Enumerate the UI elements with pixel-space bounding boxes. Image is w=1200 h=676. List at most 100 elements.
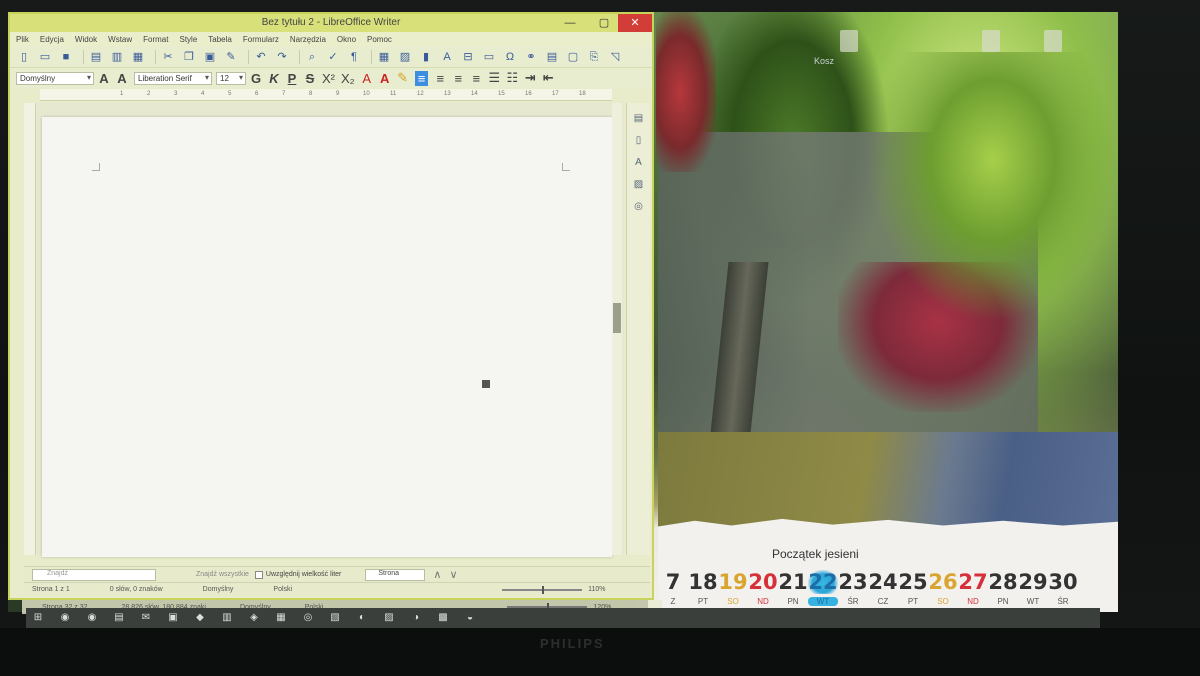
- zoom-level[interactable]: 110%: [588, 586, 605, 593]
- taskbar-app-icon[interactable]: ✉: [140, 612, 152, 624]
- menu-item[interactable]: Tabela: [208, 35, 232, 44]
- numbered-list-icon[interactable]: ☷: [506, 70, 518, 86]
- print-icon[interactable]: ▥: [109, 49, 125, 65]
- print-preview-icon[interactable]: ▦: [130, 49, 146, 65]
- align-left-icon[interactable]: ≡: [414, 70, 429, 86]
- italic-button[interactable]: K: [268, 71, 280, 86]
- special-character-icon[interactable]: Ω: [502, 49, 518, 65]
- taskbar-app-icon[interactable]: ◎: [302, 612, 314, 624]
- desktop-file-icon[interactable]: [982, 30, 1000, 52]
- taskbar-app-icon[interactable]: ◐: [356, 612, 368, 624]
- redo-icon[interactable]: ↷: [274, 49, 290, 65]
- font-size-select[interactable]: 12: [216, 71, 246, 85]
- taskbar-app-icon[interactable]: ▩: [437, 612, 449, 624]
- title-bar[interactable]: Bez tytułu 2 - LibreOffice Writer — ▢ ✕: [10, 14, 652, 32]
- taskbar-app-icon[interactable]: ▤: [113, 612, 125, 624]
- comment-icon[interactable]: ▢: [565, 49, 581, 65]
- paste-icon[interactable]: ▣: [202, 49, 218, 65]
- spellcheck-icon[interactable]: ✓: [325, 49, 341, 65]
- undo-icon[interactable]: ↶: [253, 49, 269, 65]
- page-count[interactable]: Strona 1 z 1: [32, 586, 70, 593]
- menu-item[interactable]: Style: [179, 35, 197, 44]
- justify-icon[interactable]: ≡: [470, 71, 482, 86]
- vertical-scrollbar[interactable]: [612, 103, 622, 555]
- vertical-ruler[interactable]: [24, 103, 36, 555]
- document-page[interactable]: [42, 117, 612, 557]
- menu-item[interactable]: Wstaw: [108, 35, 132, 44]
- font-name-select[interactable]: Liberation Serif: [134, 71, 212, 85]
- decrease-indent-icon[interactable]: ⇤: [542, 70, 554, 86]
- language[interactable]: Polski: [273, 586, 292, 593]
- find-next-icon[interactable]: ∨: [449, 568, 457, 581]
- taskbar-app-icon[interactable]: ◒: [464, 612, 476, 624]
- taskbar-app-icon[interactable]: ◑: [410, 612, 422, 624]
- font-color-icon[interactable]: A: [379, 71, 391, 86]
- formatting-marks-icon[interactable]: ¶: [346, 49, 362, 65]
- increase-indent-icon[interactable]: ⇥: [524, 70, 536, 86]
- menu-item[interactable]: Format: [143, 35, 168, 44]
- page-icon[interactable]: ▯: [633, 135, 645, 147]
- menu-item[interactable]: Pomoc: [367, 35, 392, 44]
- menu-item[interactable]: Okno: [337, 35, 356, 44]
- subscript-button[interactable]: X₂: [341, 71, 355, 86]
- scrollbar-thumb[interactable]: [613, 303, 621, 333]
- underline-button[interactable]: P: [286, 71, 298, 86]
- find-previous-icon[interactable]: ∧: [433, 568, 441, 581]
- taskbar-app-icon[interactable]: ◉: [59, 612, 71, 624]
- insert-image-icon[interactable]: ▨: [397, 49, 413, 65]
- strikethrough-button[interactable]: S: [304, 71, 316, 86]
- taskbar-app-icon[interactable]: ◈: [248, 612, 260, 624]
- align-center-icon[interactable]: ≡: [434, 71, 446, 86]
- menu-item[interactable]: Edycja: [40, 35, 64, 44]
- update-style-icon[interactable]: A: [98, 71, 110, 86]
- insert-chart-icon[interactable]: ▮: [418, 49, 434, 65]
- page-break-icon[interactable]: ⊟: [460, 49, 476, 65]
- export-pdf-icon[interactable]: ▤: [88, 49, 104, 65]
- footnote-icon[interactable]: ▤: [544, 49, 560, 65]
- properties-icon[interactable]: ▤: [633, 113, 645, 125]
- find-all-button[interactable]: Znajdź wszystkie: [196, 571, 249, 578]
- close-button[interactable]: ✕: [618, 14, 652, 32]
- zoom-slider[interactable]: [502, 585, 583, 594]
- search-type-select[interactable]: Strona: [365, 568, 426, 581]
- taskbar-app-icon[interactable]: ▥: [221, 612, 233, 624]
- taskbar-app-icon[interactable]: ▧: [329, 612, 341, 624]
- taskbar-app-icon[interactable]: ◉: [86, 612, 98, 624]
- page-style[interactable]: Domyślny: [203, 586, 234, 593]
- insert-field-icon[interactable]: ▭: [481, 49, 497, 65]
- bold-button[interactable]: G: [250, 71, 262, 86]
- menu-item[interactable]: Formularz: [243, 35, 279, 44]
- match-case-checkbox[interactable]: [254, 570, 263, 579]
- copy-icon[interactable]: ❐: [181, 49, 197, 65]
- hyperlink-icon[interactable]: ⚭: [523, 49, 539, 65]
- taskbar-app-icon[interactable]: ▦: [275, 612, 287, 624]
- taskbar-app-icon[interactable]: ▨: [383, 612, 395, 624]
- horizontal-ruler[interactable]: 1 2 3 4 5 6 7 8 9 10 11 12 13 14 15 16 17 18: [40, 89, 612, 101]
- menu-item[interactable]: Widok: [75, 35, 97, 44]
- menu-item[interactable]: Plik: [16, 35, 29, 44]
- start-icon[interactable]: ⊞: [32, 612, 44, 624]
- highlight-color-icon[interactable]: ✎: [397, 70, 409, 86]
- open-folder-icon[interactable]: ▭: [37, 49, 53, 65]
- gallery-icon[interactable]: ▨: [633, 179, 645, 191]
- new-document-icon[interactable]: ▯: [16, 49, 32, 65]
- superscript-button[interactable]: X²: [322, 71, 335, 86]
- minimize-button[interactable]: —: [556, 14, 584, 32]
- insert-table-icon[interactable]: ▦: [376, 49, 392, 65]
- track-changes-icon[interactable]: ⎘: [586, 49, 602, 65]
- maximize-button[interactable]: ▢: [590, 14, 618, 32]
- find-replace-icon[interactable]: ⌕: [304, 49, 320, 65]
- draw-shapes-icon[interactable]: ◹: [607, 49, 623, 65]
- menu-item[interactable]: Narzędzia: [290, 35, 326, 44]
- styles-icon[interactable]: A: [633, 157, 645, 169]
- recycle-bin-icon[interactable]: [840, 30, 858, 52]
- clear-formatting-icon[interactable]: A: [361, 71, 373, 86]
- clone-formatting-icon[interactable]: ✎: [223, 49, 239, 65]
- find-input[interactable]: Znajdź: [32, 568, 156, 581]
- insert-textbox-icon[interactable]: A: [439, 49, 455, 65]
- desktop-file-icon[interactable]: [1044, 30, 1062, 52]
- save-icon[interactable]: ■: [58, 49, 74, 65]
- word-count[interactable]: 0 słów, 0 znaków: [110, 586, 163, 593]
- cut-icon[interactable]: ✂: [160, 49, 176, 65]
- bullet-list-icon[interactable]: ☰: [488, 70, 500, 86]
